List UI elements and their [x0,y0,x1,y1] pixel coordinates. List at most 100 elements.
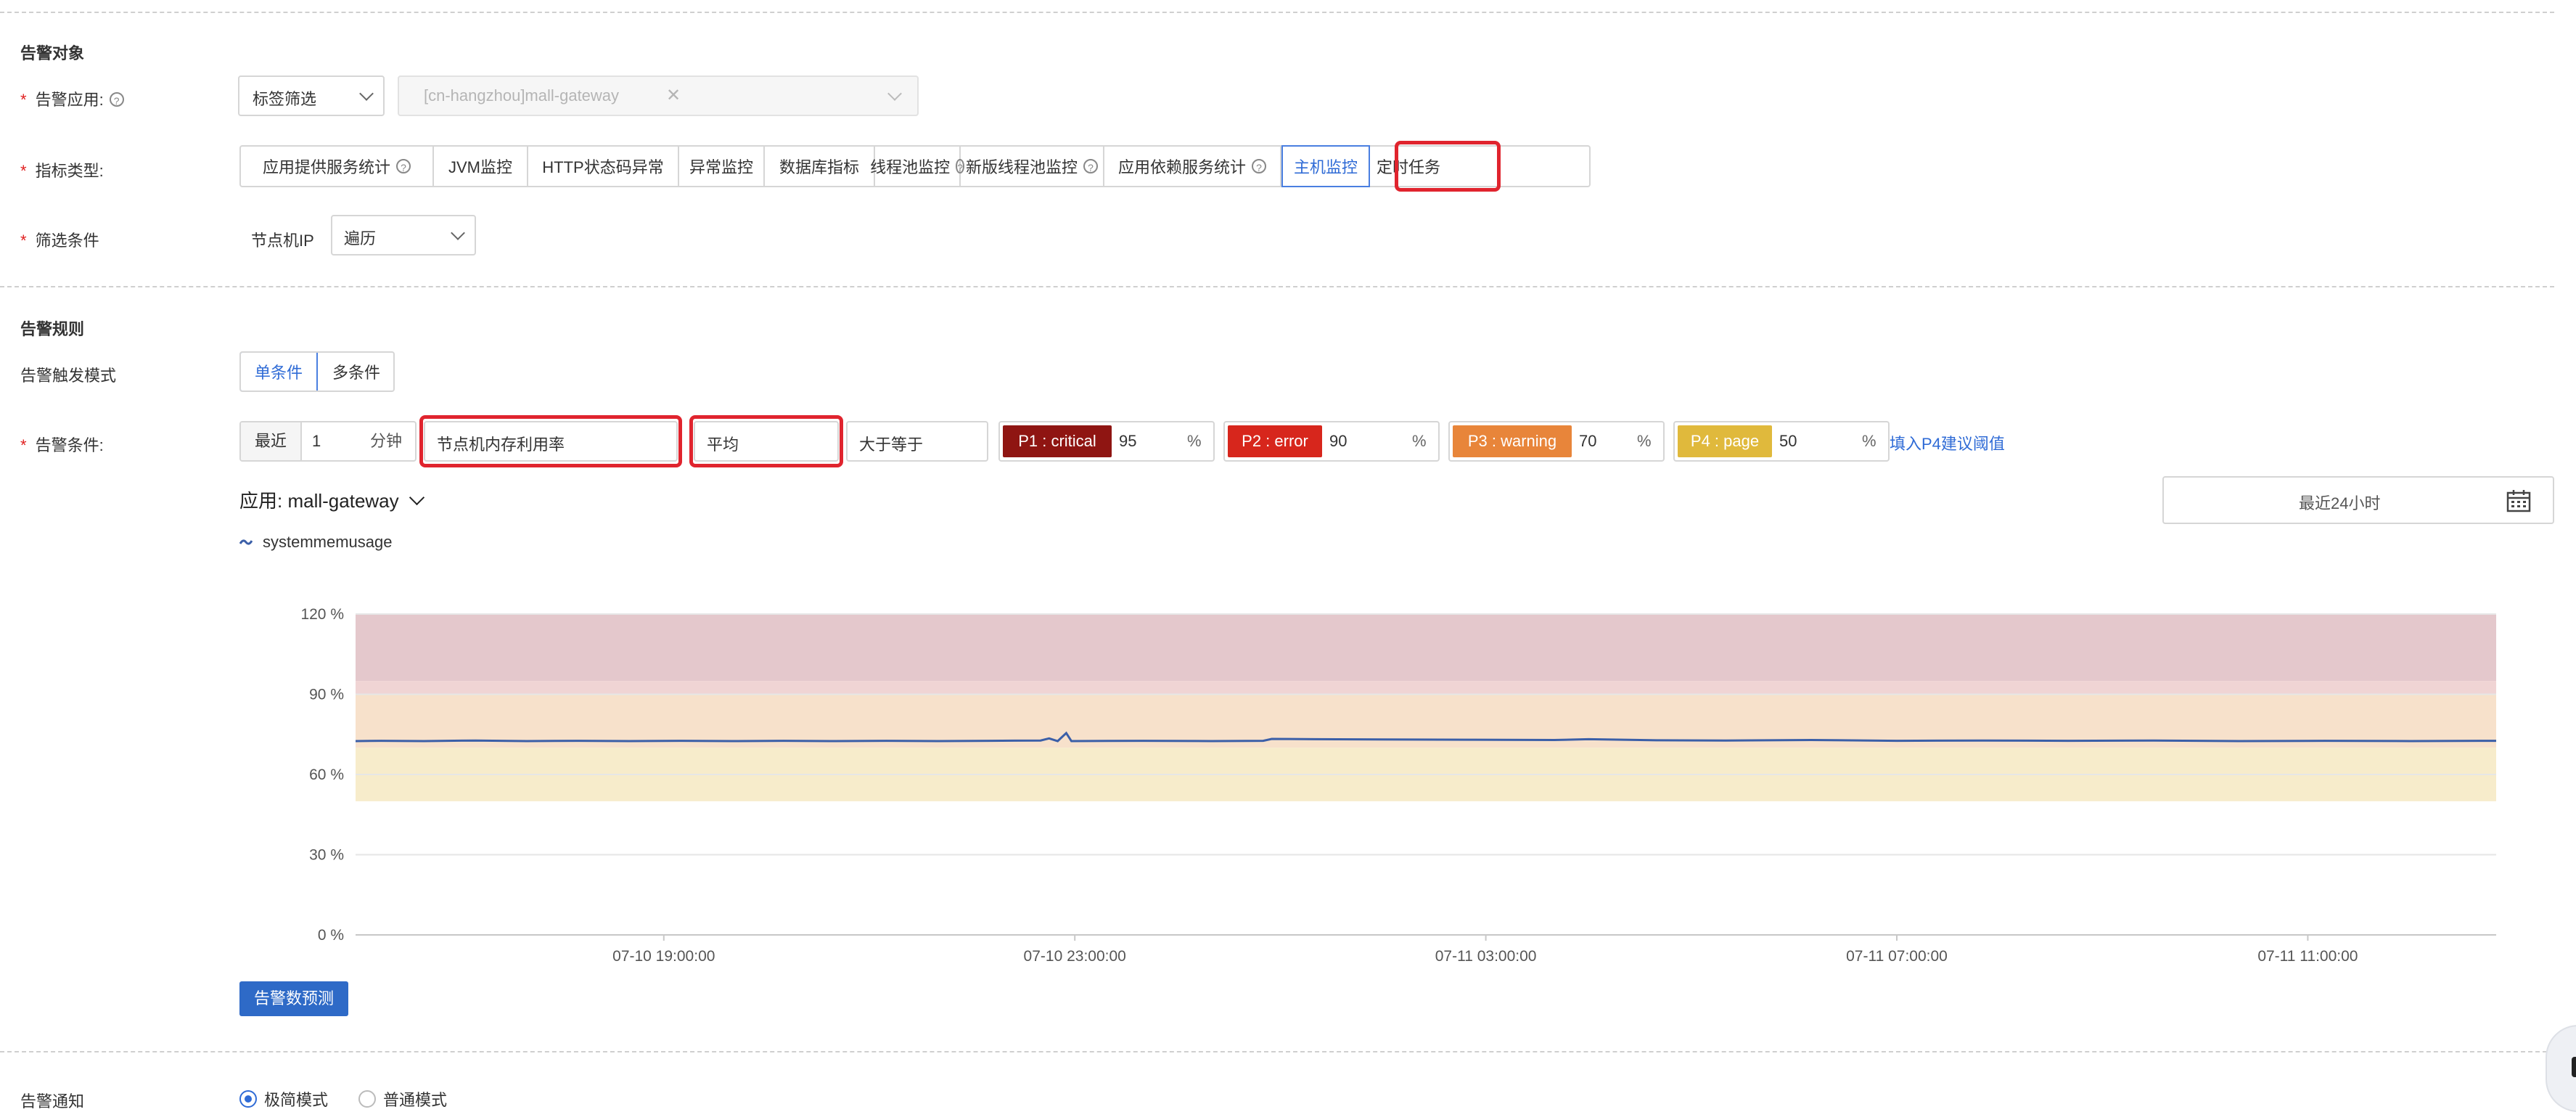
notify-mode-normal-label: 普通模式 [383,1091,448,1109]
metric-type-label-text: 指标类型: [35,162,104,180]
radio-unchecked-icon [358,1090,376,1108]
condition-label-text: 告警条件: [35,436,104,454]
comparator-value: 大于等于 [859,436,924,454]
metric-type-label: * 指标类型: [20,162,104,180]
node-ip-select[interactable]: 遍历 [331,215,476,255]
metric-tab[interactable]: 应用依赖服务统计? [1104,147,1281,186]
help-icon[interactable]: ? [396,159,411,173]
trigger-mode-label: 告警触发模式 [20,367,117,385]
metric-tab[interactable]: 主机监控 [1281,145,1370,187]
legend-series-name: systemmemusage [263,533,393,551]
threshold-value[interactable]: 95 [1119,422,1136,460]
metric-tab[interactable]: 数据库指标 [765,147,875,186]
threshold-input[interactable]: P2 : error 90% [1223,421,1440,462]
y-tick-label: 120 % [300,606,344,623]
threshold-unit: % [1187,432,1202,450]
x-tick-label: 07-11 03:00:00 [1435,948,1537,965]
chevron-down-icon [409,489,424,506]
y-tick-label: 0 % [318,927,344,944]
severity-tag: P4 : page [1678,425,1772,457]
time-range-picker[interactable]: 最近24小时 [2162,476,2554,524]
highlight-box [689,415,843,467]
target-section-title: 告警对象 [20,44,85,62]
metric-tab[interactable]: JVM监控 [434,147,528,186]
node-ip-label: 节点机IP [251,232,314,250]
x-tick-label: 07-10 23:00:00 [1024,948,1126,965]
threshold-band [356,614,2496,682]
window-unit-label: 分钟 [370,432,403,450]
chart-app-title[interactable]: 应用: mall-gateway [239,486,424,513]
threshold-input[interactable]: P1 : critical 95% [998,421,1215,462]
app-filter-mode-select[interactable]: 标签筛选 [238,75,385,116]
x-tick-label: 07-11 07:00:00 [1846,948,1948,965]
time-window-input: 最近 1 分钟 [239,421,417,462]
filter-label-text: 筛选条件 [35,232,99,250]
threshold-value[interactable]: 50 [1779,422,1797,460]
threshold-value[interactable]: 90 [1329,422,1347,460]
fill-p4-suggestion-link[interactable]: 填入P4建议阈值 [1890,431,2005,454]
floating-assistant-button[interactable] [2546,1025,2576,1112]
notify-mode-radio-normal[interactable]: 普通模式 [358,1087,447,1111]
threshold-input[interactable]: P4 : page 50% [1673,421,1890,462]
metric-type-tabs: 应用提供服务统计? JVM监控 HTTP状态码异常 异常监控 数据库指标 线程池监控? 新版… [239,145,1591,187]
app-filter-mode-value: 标签筛选 [253,90,317,108]
calendar-icon [2506,490,2531,512]
assistant-icon [2572,1057,2576,1077]
condition-label: * 告警条件: [20,436,104,454]
metric-tab-label: 新版线程池监控 [965,158,1078,176]
threshold-unit: % [1412,432,1427,450]
alert-app-label: * 告警应用:? [20,87,124,110]
threshold-band [356,681,2496,695]
threshold-input[interactable]: P3 : warning 70% [1448,421,1665,462]
x-tick-label: 07-11 11:00:00 [2257,948,2358,965]
metric-tab-label: JVM监控 [448,158,512,176]
highlight-box [419,415,682,467]
metric-tab-label: 线程池监控 [870,158,951,176]
metric-tab-label: HTTP状态码异常 [542,158,664,176]
chevron-down-icon [887,86,902,101]
metric-tab-label: 应用依赖服务统计 [1117,158,1246,176]
metric-tab[interactable]: 应用提供服务统计? [241,147,434,186]
section-divider [0,12,2554,13]
chart-app-name: mall-gateway [287,490,399,512]
legend-line-icon [239,539,253,545]
chart-legend[interactable]: systemmemusage [239,533,393,552]
help-icon[interactable]: ? [1083,159,1098,173]
app-selected-tag: [cn-hangzhou]mall-gateway [424,86,620,105]
severity-tag: P3 : warning [1453,425,1572,457]
time-range-value: 最近24小时 [2299,494,2381,512]
chart-app-prefix: 应用: [239,490,283,512]
metric-tab-label: 应用提供服务统计 [262,158,390,176]
metric-tab-label: 数据库指标 [779,158,859,176]
metric-tab-label: 主机监控 [1293,158,1358,176]
y-tick-label: 30 % [309,847,344,864]
metric-tab[interactable]: 异常监控 [679,147,765,186]
y-tick-label: 90 % [309,687,344,703]
trigger-multi-button[interactable]: 多条件 [318,353,393,391]
alert-count-predict-button[interactable]: 告警数预测 [239,981,348,1016]
x-tick-label: 07-10 19:00:00 [612,948,715,965]
severity-tag: P1 : critical [1003,425,1112,457]
help-icon[interactable]: ? [109,92,124,107]
metric-tab[interactable]: HTTP状态码异常 [528,147,679,186]
comparator-select[interactable]: 大于等于 [846,421,988,462]
node-ip-value: 遍历 [344,229,377,248]
app-select[interactable]: [cn-hangzhou]mall-gateway ✕ [398,75,919,116]
radio-checked-icon [239,1090,257,1108]
metric-tab[interactable]: 新版线程池监控? [961,147,1104,186]
notify-mode-radio-simple[interactable]: 极简模式 [239,1087,328,1111]
threshold-value[interactable]: 70 [1579,422,1596,460]
metric-tab[interactable]: 线程池监控? [870,147,964,186]
chevron-down-icon [359,86,374,101]
recent-addon: 最近 [241,422,302,460]
close-icon[interactable]: ✕ [666,85,681,106]
alert-app-label-text: 告警应用: [35,91,104,109]
window-value-input[interactable]: 1 [312,422,321,460]
notify-mode-simple-label: 极简模式 [264,1091,329,1109]
severity-tag: P2 : error [1228,425,1322,457]
notify-label: 告警通知 [20,1092,85,1111]
metric-chart: 0 % 30 % 60 % 90 % 120 % 07-10 19:00:00 07-10 … [300,606,2496,965]
trigger-single-button[interactable]: 单条件 [241,353,318,391]
section-divider [0,1051,2554,1052]
help-icon[interactable]: ? [1252,159,1266,173]
